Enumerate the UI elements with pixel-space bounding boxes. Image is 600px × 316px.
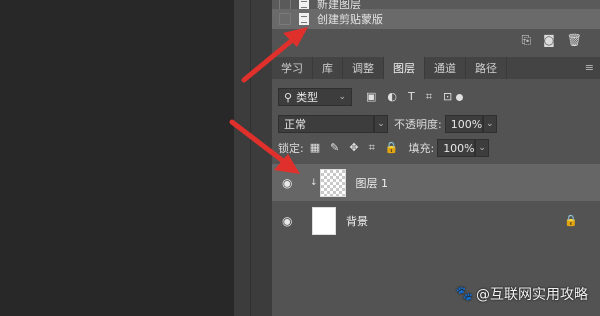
arrow-to-layer: [229, 119, 300, 174]
annotation-arrows: [229, 27, 308, 174]
watermark: 🐾 @互联网实用攻略: [455, 286, 588, 303]
arrow-to-history: [241, 27, 308, 83]
paw-icon: 🐾: [455, 286, 473, 302]
